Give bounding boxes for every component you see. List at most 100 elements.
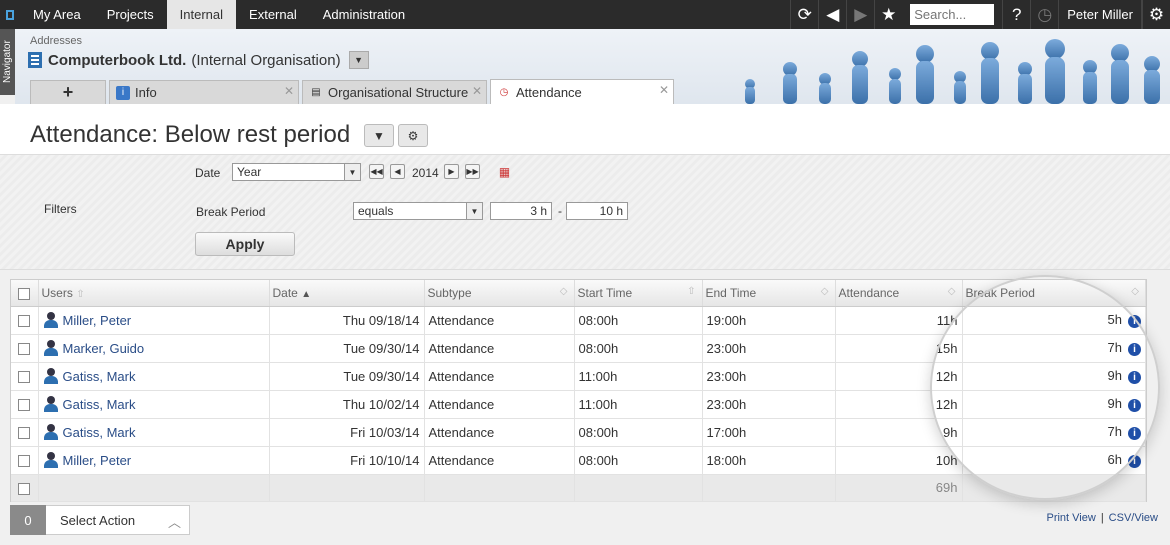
table-row[interactable]: Miller, Peter Thu 09/18/14 Attendance 08:00… bbox=[11, 306, 1146, 335]
calendar-icon[interactable]: ▦ bbox=[497, 164, 512, 179]
column-header-end-time[interactable]: End Time ◇ bbox=[702, 280, 836, 307]
first-period-icon[interactable]: ◀◀ bbox=[369, 164, 384, 179]
user-link[interactable]: Marker, Guido bbox=[63, 341, 145, 356]
select-action-dropdown[interactable]: Select Action ︿ bbox=[46, 505, 190, 535]
subtype-cell: Attendance bbox=[424, 418, 575, 447]
refresh-icon[interactable]: ⟳ bbox=[790, 0, 818, 29]
sort-icon: ◇ bbox=[559, 286, 568, 297]
date-period-select[interactable]: Year ▼ bbox=[232, 163, 361, 181]
user-link[interactable]: Gatiss, Mark bbox=[63, 369, 136, 384]
help-icon[interactable]: ? bbox=[1002, 0, 1030, 29]
menu-my-area[interactable]: My Area bbox=[20, 0, 94, 29]
previous-period-icon[interactable]: ◀ bbox=[390, 164, 405, 179]
user-link[interactable]: Gatiss, Mark bbox=[63, 425, 136, 440]
info-icon[interactable]: i bbox=[1128, 314, 1141, 328]
close-tab-icon[interactable]: ✕ bbox=[472, 84, 482, 98]
break-period-to-input[interactable]: 10 h bbox=[566, 202, 628, 220]
stopwatch-icon[interactable]: ◷ bbox=[1030, 0, 1058, 29]
info-icon[interactable]: i bbox=[1128, 370, 1141, 384]
table-footer-row: 69h bbox=[11, 474, 1146, 502]
date-cell: Fri 10/10/14 bbox=[269, 446, 425, 475]
table-row[interactable]: Marker, Guido Tue 09/30/14 Attendance 08:00… bbox=[11, 334, 1146, 363]
banner-figures-image bbox=[745, 39, 1160, 104]
info-icon[interactable]: i bbox=[1128, 454, 1141, 468]
csv-view-link[interactable]: CSV/View bbox=[1109, 512, 1158, 524]
info-icon: i bbox=[116, 85, 130, 100]
org-structure-icon: ▤ bbox=[311, 87, 321, 98]
breadcrumb[interactable]: Addresses bbox=[30, 35, 82, 47]
range-separator: - bbox=[558, 204, 562, 218]
footer-cell bbox=[702, 474, 836, 502]
row-checkbox[interactable] bbox=[18, 427, 31, 440]
row-checkbox[interactable] bbox=[18, 455, 31, 468]
close-tab-icon[interactable]: ✕ bbox=[659, 83, 669, 97]
column-header-start-time[interactable]: Start Time ⇧ bbox=[574, 280, 703, 307]
menu-projects[interactable]: Projects bbox=[94, 0, 167, 29]
column-header-subtype[interactable]: Subtype ◇ bbox=[424, 280, 575, 307]
end-time-cell: 23:00h bbox=[702, 362, 836, 391]
row-checkbox[interactable] bbox=[18, 343, 31, 356]
user-avatar-icon bbox=[43, 452, 59, 469]
sort-icon: ◇ bbox=[947, 286, 956, 297]
menu-internal[interactable]: Internal bbox=[166, 0, 237, 29]
row-checkbox[interactable] bbox=[18, 371, 31, 384]
favorites-star-icon[interactable]: ★ bbox=[874, 0, 902, 29]
print-view-link[interactable]: Print View bbox=[1046, 512, 1095, 524]
column-header-date[interactable]: Date ▲ bbox=[269, 280, 425, 307]
column-header-attendance[interactable]: Attendance ◇ bbox=[835, 280, 963, 307]
user-link[interactable]: Miller, Peter bbox=[63, 453, 132, 468]
user-avatar-icon bbox=[43, 340, 59, 357]
chevron-down-icon: ▼ bbox=[466, 203, 482, 219]
column-header-break-period[interactable]: Break Period ◇ bbox=[962, 280, 1146, 307]
table-row[interactable]: Gatiss, Mark Fri 10/03/14 Attendance 08:00h… bbox=[11, 418, 1146, 447]
table-row[interactable]: Miller, Peter Fri 10/10/14 Attendance 08:00… bbox=[11, 446, 1146, 475]
view-dropdown-button[interactable]: ▼ bbox=[364, 124, 394, 147]
selected-count-badge: 0 bbox=[10, 505, 55, 535]
search-input[interactable] bbox=[910, 4, 995, 25]
menu-administration[interactable]: Administration bbox=[310, 0, 418, 29]
sort-icon: ⇧ bbox=[687, 286, 696, 297]
next-period-icon[interactable]: ▶ bbox=[444, 164, 459, 179]
info-icon[interactable]: i bbox=[1128, 426, 1141, 440]
select-action-control[interactable]: 0 Select Action ︿ bbox=[10, 505, 190, 535]
user-menu[interactable]: Peter Miller bbox=[1058, 0, 1142, 29]
organisation-type: (Internal Organisation) bbox=[191, 51, 341, 69]
row-checkbox-cell bbox=[11, 362, 39, 391]
user-cell: Gatiss, Mark bbox=[38, 362, 270, 391]
select-all-checkbox[interactable] bbox=[18, 287, 31, 300]
table-row[interactable]: Gatiss, Mark Tue 09/30/14 Attendance 11:00h… bbox=[11, 362, 1146, 391]
row-checkbox-cell bbox=[11, 306, 39, 335]
user-link[interactable]: Miller, Peter bbox=[63, 313, 132, 328]
tab-info[interactable]: i Info ✕ bbox=[109, 80, 299, 104]
break-period-value: 9h bbox=[1107, 368, 1122, 384]
column-label: Break Period bbox=[965, 285, 1035, 300]
app-logo-icon[interactable] bbox=[0, 0, 20, 29]
column-header-users[interactable]: Users ⇧ bbox=[38, 280, 270, 307]
last-period-icon[interactable]: ▶▶ bbox=[465, 164, 480, 179]
view-settings-gear-icon[interactable]: ⚙ bbox=[398, 124, 428, 147]
user-link[interactable]: Gatiss, Mark bbox=[63, 397, 136, 412]
apply-button[interactable]: Apply bbox=[195, 232, 295, 256]
break-period-from-input[interactable]: 3 h bbox=[490, 202, 552, 220]
entity-dropdown-button[interactable]: ▼ bbox=[348, 51, 369, 69]
menu-external[interactable]: External bbox=[236, 0, 310, 29]
tab-organisational-structure[interactable]: ▤ Organisational Structure ✕ bbox=[302, 80, 487, 104]
user-cell: Gatiss, Mark bbox=[38, 418, 270, 447]
forward-arrow-icon[interactable]: ▶ bbox=[846, 0, 874, 29]
table-row[interactable]: Gatiss, Mark Thu 10/02/14 Attendance 11:00h… bbox=[11, 390, 1146, 419]
user-cell: Miller, Peter bbox=[38, 446, 270, 475]
entity-title: Computerbook Ltd. (Internal Organisation… bbox=[28, 51, 369, 69]
row-checkbox[interactable] bbox=[18, 315, 31, 328]
footer-checkbox[interactable] bbox=[18, 482, 31, 495]
operator-select[interactable]: equals ▼ bbox=[353, 202, 483, 220]
row-checkbox[interactable] bbox=[18, 399, 31, 412]
navigator-toggle[interactable]: Navigator bbox=[0, 29, 15, 95]
tab-attendance[interactable]: ◷ Attendance ✕ bbox=[490, 79, 674, 104]
info-icon[interactable]: i bbox=[1128, 342, 1141, 356]
settings-gear-icon[interactable]: ⚙ bbox=[1142, 0, 1170, 29]
back-arrow-icon[interactable]: ◀ bbox=[818, 0, 846, 29]
add-tab-button[interactable]: + bbox=[30, 80, 106, 104]
info-icon[interactable]: i bbox=[1128, 398, 1141, 412]
close-tab-icon[interactable]: ✕ bbox=[284, 84, 294, 98]
tab-label: Attendance bbox=[516, 84, 582, 100]
